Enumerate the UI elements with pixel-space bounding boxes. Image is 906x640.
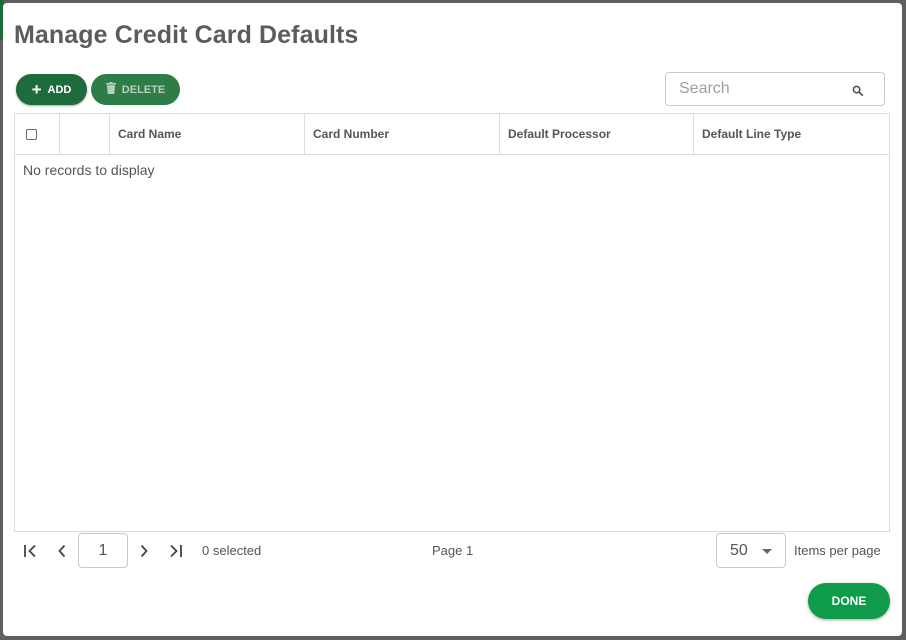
first-page-icon[interactable] <box>22 543 38 559</box>
done-button-label: DONE <box>831 594 867 608</box>
column-header-default-processor[interactable]: Default Processor <box>500 114 694 154</box>
add-button[interactable]: + ADD <box>16 74 87 105</box>
select-all-column <box>15 114 60 154</box>
search-box <box>665 72 885 106</box>
select-all-checkbox[interactable] <box>26 128 37 140</box>
chevron-right-icon[interactable] <box>136 543 152 559</box>
caret-down-icon <box>762 549 772 554</box>
chevron-left-icon[interactable] <box>54 543 70 559</box>
done-button[interactable]: DONE <box>808 583 890 619</box>
search-icon[interactable] <box>852 84 864 97</box>
dialog-title: Manage Credit Card Defaults <box>14 21 359 49</box>
manage-credit-card-defaults-dialog: Manage Credit Card Defaults + ADD DELETE <box>3 3 902 636</box>
last-page-icon[interactable] <box>167 543 183 559</box>
plus-icon: + <box>31 79 42 99</box>
column-header-default-line-type[interactable]: Default Line Type <box>694 114 889 154</box>
column-header-card-name[interactable]: Card Name <box>110 114 305 154</box>
delete-button-label: DELETE <box>121 83 166 96</box>
selected-count: 0 selected <box>202 543 262 558</box>
trash-icon <box>105 82 116 97</box>
page-number-input[interactable] <box>78 533 128 568</box>
column-header-blank <box>60 114 110 154</box>
empty-message: No records to display <box>23 162 155 178</box>
add-button-label: ADD <box>47 83 72 96</box>
search-input[interactable] <box>679 80 849 98</box>
items-per-page-label: Items per page <box>794 543 881 558</box>
items-per-page-select[interactable]: 50 <box>716 533 786 568</box>
delete-button[interactable]: DELETE <box>91 74 180 105</box>
column-header-card-number[interactable]: Card Number <box>305 114 500 154</box>
pager: 0 selected Page 1 50 Items per page <box>14 531 890 571</box>
grid-header: Card Name Card Number Default Processor … <box>15 114 889 155</box>
items-per-page-value: 50 <box>730 541 748 559</box>
page-indicator: Page 1 <box>432 543 474 558</box>
credit-card-grid: Card Name Card Number Default Processor … <box>14 113 890 532</box>
